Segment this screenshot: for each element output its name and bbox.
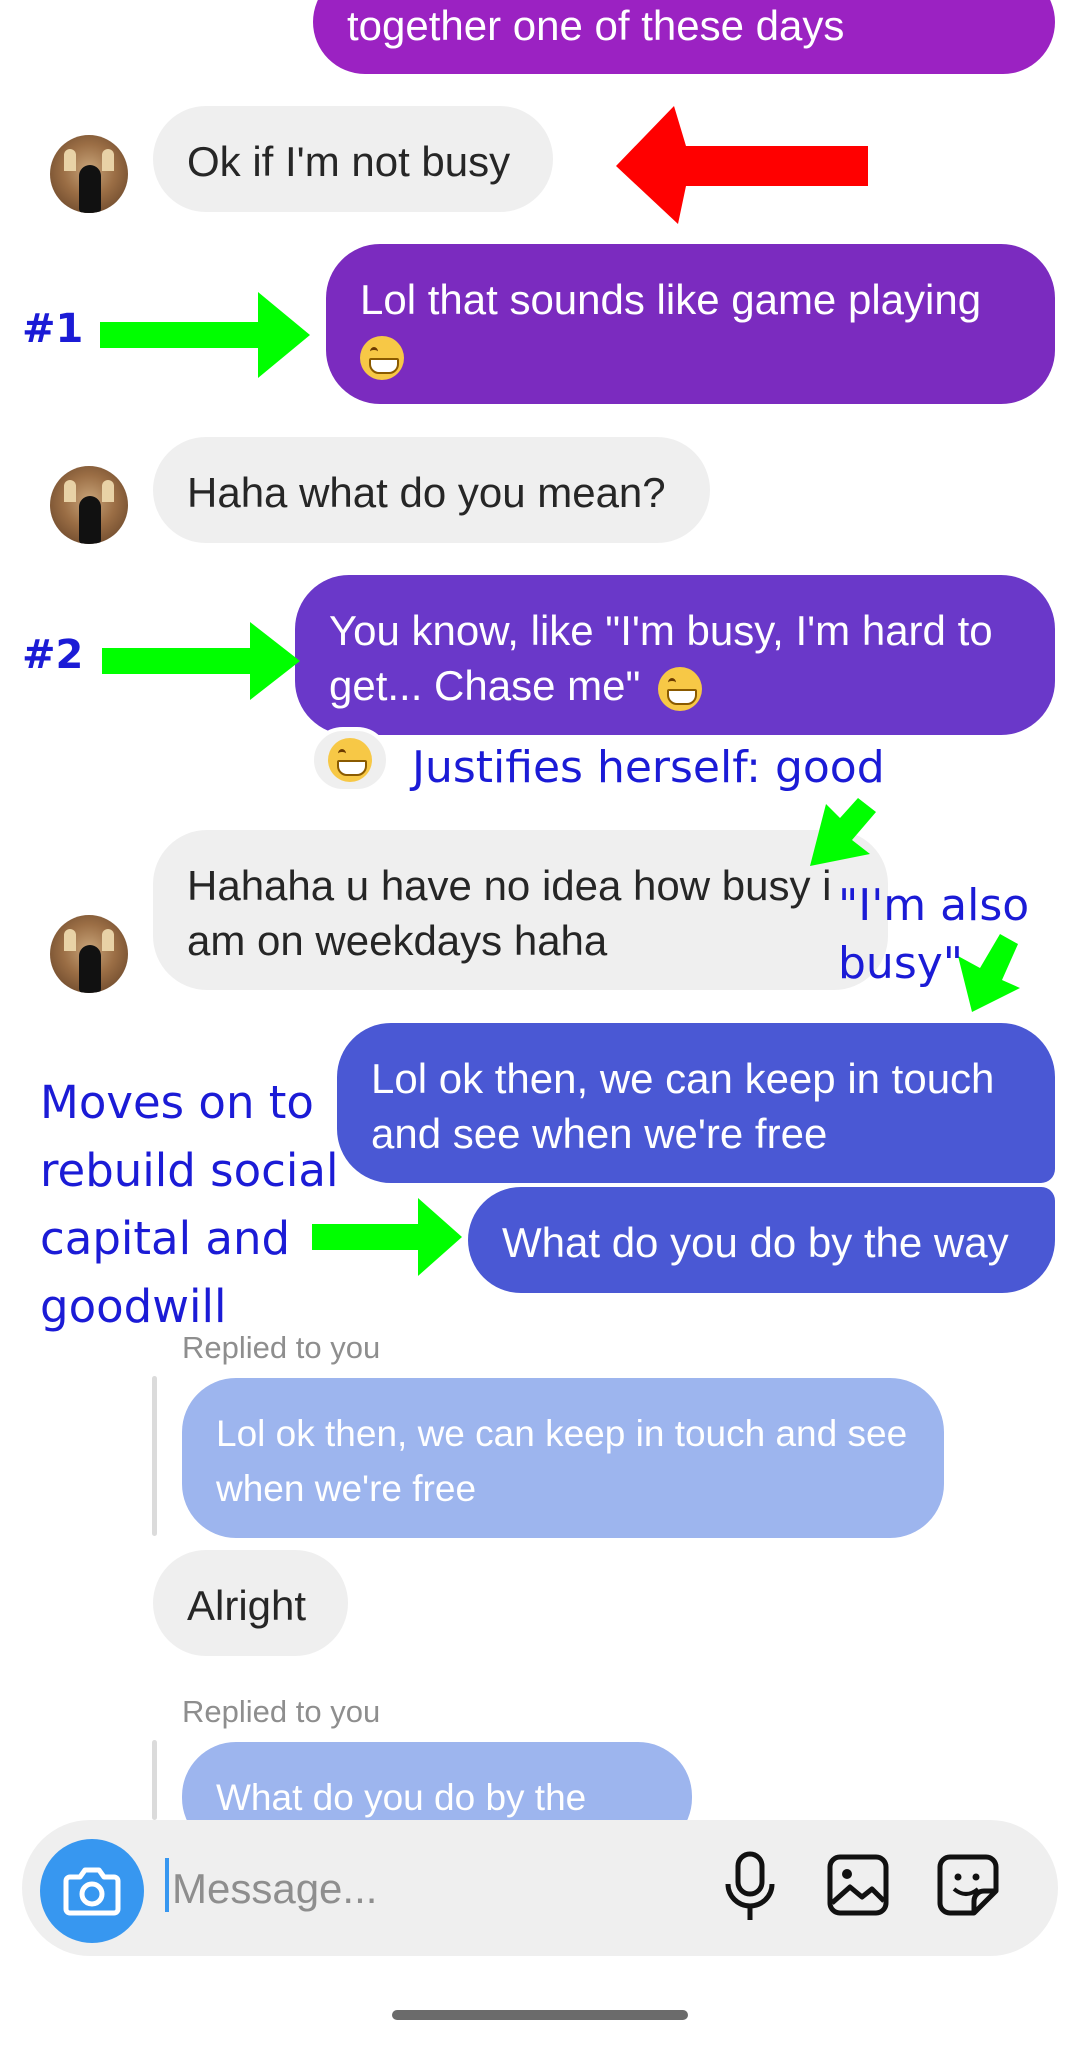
text-cursor <box>165 1858 169 1912</box>
green-arrow-1 <box>100 292 310 378</box>
sticker-icon[interactable] <box>936 1853 1000 1917</box>
annotation-label: Justifies herself: good <box>412 742 885 793</box>
gallery-icon[interactable] <box>826 1853 890 1917</box>
annotation-label: goodwill <box>40 1280 227 1333</box>
green-arrow-busy <box>958 934 1020 1012</box>
annotation-label: #1 <box>22 306 84 352</box>
message-input[interactable] <box>170 1850 694 1928</box>
camera-button[interactable] <box>40 1839 144 1943</box>
microphone-icon[interactable] <box>722 1850 778 1926</box>
home-indicator[interactable] <box>392 2010 688 2020</box>
annotation-label: capital and <box>40 1212 291 1265</box>
annotation-label: "I'm also <box>838 880 1030 931</box>
annotation-layer <box>100 106 1020 1276</box>
annotation-label: busy" <box>838 938 964 989</box>
green-arrow-justifies <box>810 798 876 866</box>
camera-icon <box>63 1867 121 1916</box>
red-arrow <box>616 106 868 224</box>
annotation-label: #2 <box>22 632 84 678</box>
annotation-label: Moves on to <box>40 1076 314 1129</box>
green-arrow-moves <box>312 1198 462 1276</box>
green-arrow-2 <box>102 622 300 700</box>
annotation-label: rebuild social <box>40 1144 339 1197</box>
